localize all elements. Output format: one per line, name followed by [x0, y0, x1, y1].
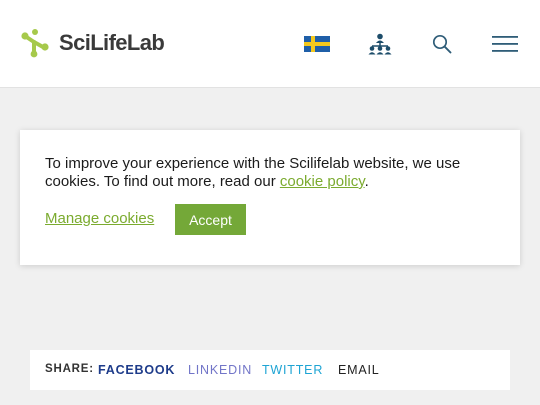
cookie-consent-banner: To improve your experience with the Scil…	[20, 130, 520, 265]
network-icon	[368, 33, 392, 55]
share-linkedin-link[interactable]: LINKEDIN	[188, 363, 252, 377]
hamburger-menu-icon	[492, 36, 518, 52]
share-email-link[interactable]: EMAIL	[338, 363, 380, 377]
accept-cookies-button[interactable]: Accept	[175, 204, 246, 235]
cookie-policy-link[interactable]: cookie policy	[280, 173, 365, 190]
search-icon	[432, 34, 452, 54]
scilifelab-logo-icon	[21, 29, 49, 58]
cookie-message: To improve your experience with the Scil…	[45, 155, 495, 191]
cookie-message-text: To improve your experience with the Scil…	[45, 155, 461, 190]
swedish-flag-icon	[303, 36, 330, 52]
organisation-button[interactable]	[367, 32, 393, 56]
logo-text: SciLifeLab	[59, 30, 165, 55]
share-label: SHARE:	[45, 363, 94, 375]
site-header: SciLifeLab	[0, 0, 540, 88]
search-button[interactable]	[431, 32, 453, 56]
share-facebook-link[interactable]: FACEBOOK	[98, 363, 175, 377]
menu-button[interactable]	[492, 32, 518, 56]
manage-cookies-link[interactable]: Manage cookies	[45, 210, 154, 227]
share-bar: SHARE: FACEBOOK LINKEDIN TWITTER EMAIL	[30, 350, 510, 390]
site-logo[interactable]: SciLifeLab	[21, 28, 165, 58]
cookie-message-end: .	[364, 173, 369, 190]
share-twitter-link[interactable]: TWITTER	[262, 363, 323, 377]
language-switch-button[interactable]	[303, 32, 330, 56]
